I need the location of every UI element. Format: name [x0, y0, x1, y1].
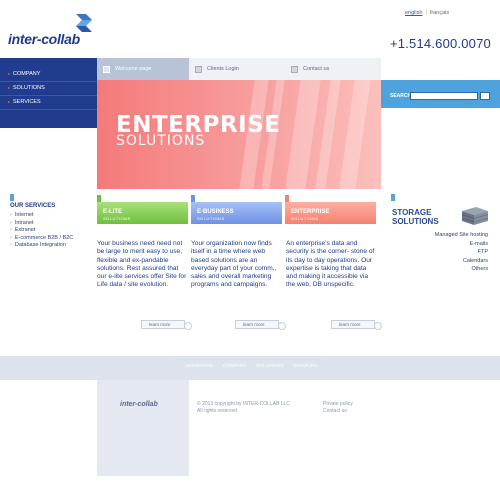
card-header-enterprise: ENTERPRISE SOLUTIONS — [285, 195, 376, 224]
tab-clients-login[interactable]: Clients Login — [189, 58, 285, 80]
services-title: OUR SERVICES — [10, 203, 56, 209]
lang-english-link[interactable]: english — [405, 10, 422, 16]
service-link-ecommerce[interactable]: E-commerce B2B / B2C — [10, 235, 73, 243]
service-link-internet[interactable]: Internet — [10, 212, 73, 220]
card-title: E-LITE — [103, 209, 122, 215]
hero-subtitle: SOLUTIONS — [116, 133, 206, 149]
footer-navigation: HOMEPAGE COMPANY SOLUTIONS SERVICES — [186, 364, 325, 369]
storage-list: Managed Site hosting E-mails FTP Calenda… — [420, 231, 488, 274]
footer-contact-link[interactable]: Contact us — [323, 408, 353, 415]
search-button[interactable] — [480, 92, 490, 100]
storage-link-calendars[interactable]: Calendars — [420, 257, 488, 266]
storage-link-ftp[interactable]: FTP — [420, 248, 488, 257]
storage-link-emails[interactable]: E-mails — [420, 240, 488, 249]
card-body-enterprise: An enterprise's data and security is the… — [286, 240, 375, 289]
tab-welcome[interactable]: Welcome page — [97, 58, 189, 80]
storage-title: STORAGE SOLUTIONS — [392, 208, 439, 226]
home-icon — [103, 66, 110, 73]
copyright: © 2013 copyright by INTER-COLLAB LLC All… — [197, 401, 290, 414]
server-rack-icon — [461, 207, 489, 225]
card-title: ENTERPRISE — [291, 209, 330, 215]
tab-contact-label: Contact us — [303, 66, 330, 72]
card-header-elite: E-LITE SOLUTIONS — [97, 195, 188, 224]
service-link-extranet[interactable]: Extranet — [10, 227, 73, 235]
phone-number: +1.514.600.0070 — [390, 36, 491, 51]
lang-french-link[interactable]: français — [430, 10, 449, 16]
search-input[interactable] — [410, 92, 478, 100]
card-subtitle: SOLUTIONS — [197, 216, 225, 221]
card-body-elite: Your business need need not be large to … — [97, 240, 187, 289]
service-link-database[interactable]: Database Integration — [10, 242, 73, 250]
footer-logo: inter-collab — [120, 401, 158, 408]
learn-more-button[interactable]: learn more — [331, 320, 382, 330]
language-switcher: english | français — [405, 10, 450, 16]
footer-link-solutions[interactable]: SOLUTIONS — [256, 364, 284, 369]
footer-link-company[interactable]: COMPANY — [223, 364, 247, 369]
tab-welcome-label: Welcome page — [115, 66, 152, 72]
nav-item-solutions[interactable]: SOLUTIONS — [0, 82, 97, 96]
services-accent — [10, 194, 14, 201]
storage-accent — [391, 194, 395, 201]
tab-clients-login-label: Clients Login — [207, 66, 239, 72]
copyright-line2: All rights reserved — [197, 407, 238, 414]
learn-more-button[interactable]: learn more — [141, 320, 192, 330]
card-body-ebusiness: Your organization now finds itself in a … — [191, 240, 277, 289]
nav-item-services[interactable]: SERVICES — [0, 96, 97, 110]
card-header-ebusiness: E-BUSINESS SOLUTIONS — [191, 195, 282, 224]
service-link-intranet[interactable]: Intranet — [10, 220, 73, 228]
card-subtitle: SOLUTIONS — [291, 216, 319, 221]
footer-links: Private policy Contact us — [323, 401, 353, 414]
footer-link-services[interactable]: SERVICES — [293, 364, 317, 369]
nav-item-company[interactable]: COMPANY — [0, 68, 97, 82]
envelope-icon — [291, 66, 298, 73]
logo-text[interactable]: inter-collab — [8, 31, 80, 47]
main-navigation: COMPANY SOLUTIONS SERVICES — [0, 58, 97, 128]
copyright-line1: © 2013 copyright by INTER-COLLAB LLC — [197, 401, 290, 407]
card-title: E-BUSINESS — [197, 209, 234, 215]
storage-title-line2: SOLUTIONS — [392, 217, 439, 226]
storage-title-line1: STORAGE — [392, 208, 432, 217]
learn-more-button[interactable]: learn more — [235, 320, 286, 330]
footer-link-homepage[interactable]: HOMEPAGE — [186, 364, 213, 369]
storage-link-others[interactable]: Others — [420, 265, 488, 274]
search-label: SEARCH — [390, 93, 412, 99]
services-list: Internet Intranet Extranet E-commerce B2… — [10, 212, 73, 250]
tab-contact[interactable]: Contact us — [285, 58, 381, 80]
card-subtitle: SOLUTIONS — [103, 216, 131, 221]
footer-logo-panel — [97, 380, 189, 476]
lock-icon — [195, 66, 202, 73]
privacy-policy-link[interactable]: Private policy — [323, 401, 353, 408]
storage-link-hosting[interactable]: Managed Site hosting — [420, 231, 488, 240]
